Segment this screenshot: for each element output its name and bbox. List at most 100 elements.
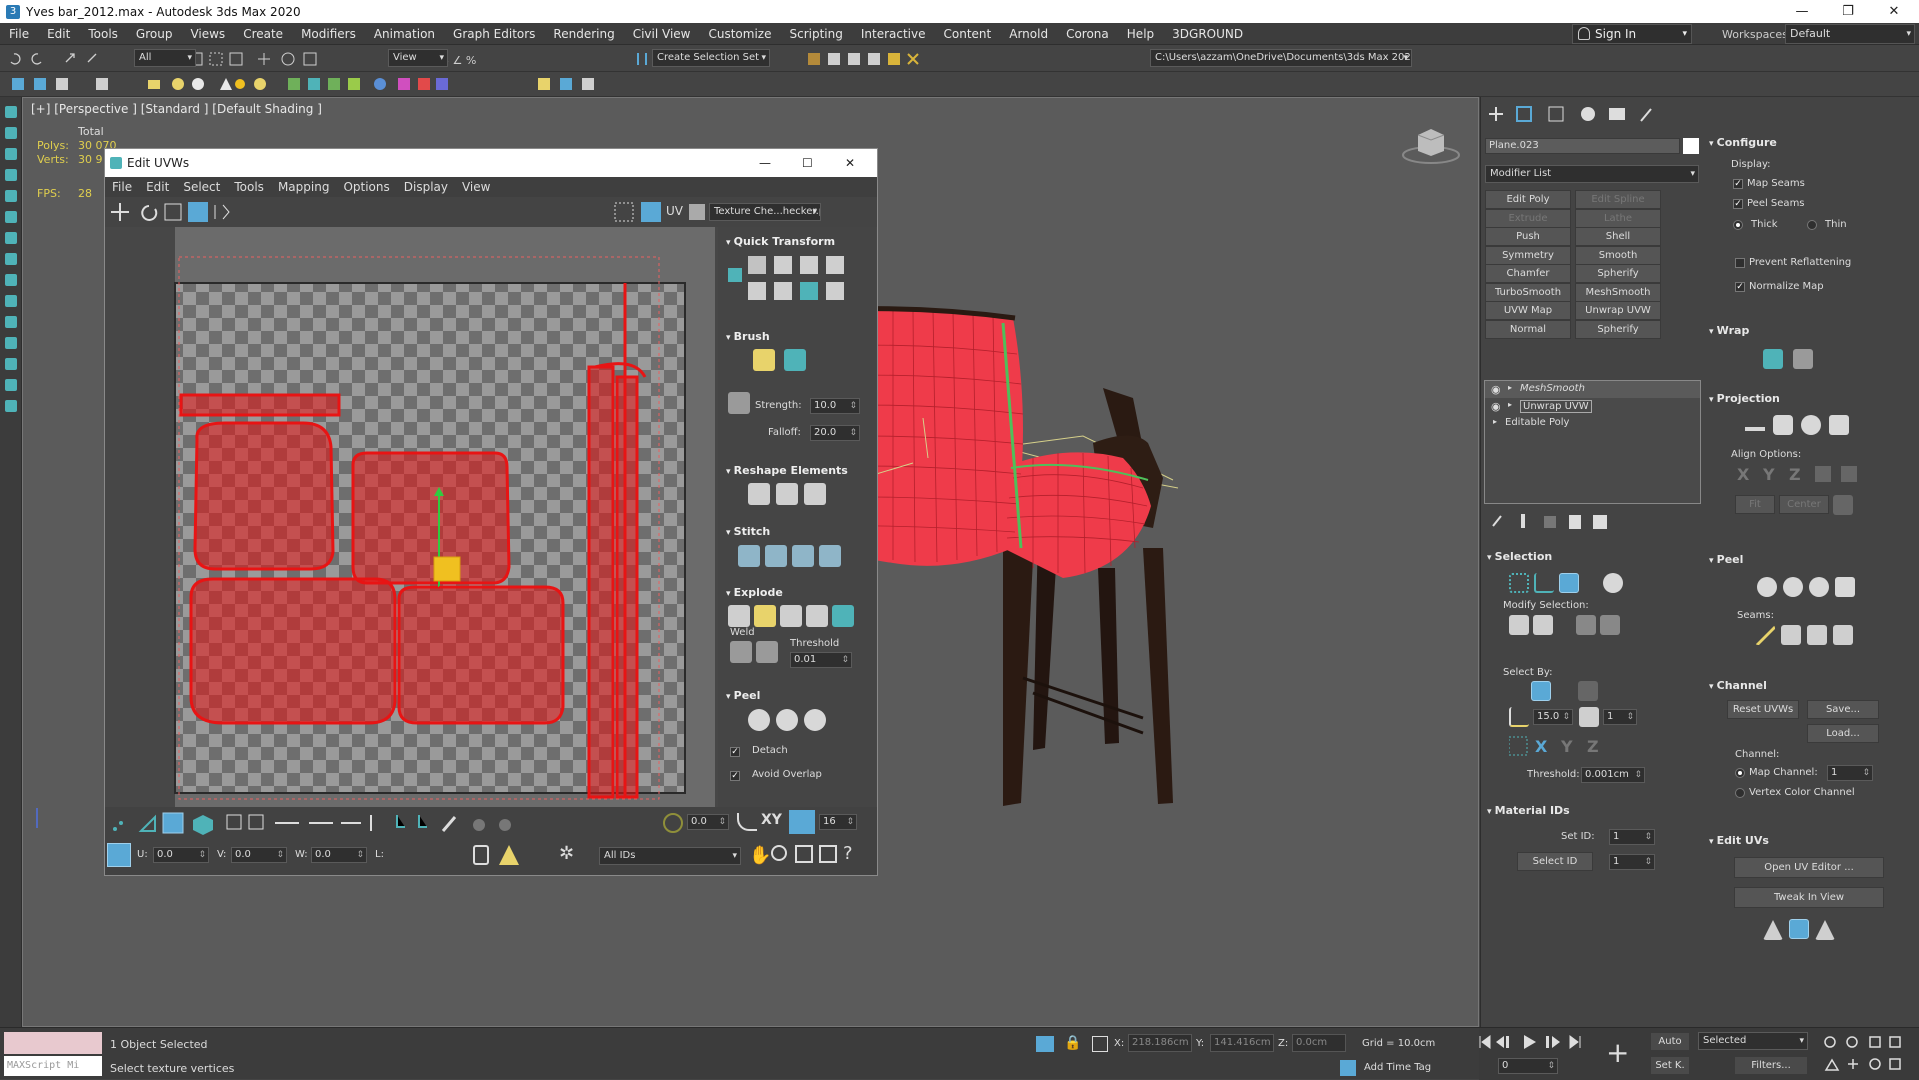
flatten-by-smoothing-icon[interactable] — [806, 605, 828, 627]
menu-animation[interactable]: Animation — [365, 23, 444, 45]
paint-brush-icon[interactable] — [753, 349, 775, 371]
quick-transform-icons[interactable] — [726, 252, 866, 307]
viewcube[interactable] — [1398, 123, 1464, 169]
y-coordinate-field[interactable]: 141.416cm — [1210, 1034, 1274, 1052]
cylindrical-map-icon[interactable] — [1773, 415, 1793, 435]
left-tool-strip[interactable] — [0, 97, 22, 1027]
channel-rollout-header[interactable]: Channel — [1709, 679, 1767, 692]
modifier-push-button[interactable]: Push — [1485, 227, 1571, 246]
object-name-field[interactable]: Plane.023 — [1485, 138, 1680, 154]
prevent-reflattening-checkbox[interactable] — [1735, 258, 1745, 268]
brush-header[interactable]: Brush — [726, 330, 770, 343]
weld-selected-icon[interactable] — [730, 641, 752, 663]
thin-radio[interactable] — [1807, 220, 1817, 230]
lock-icon[interactable] — [473, 845, 489, 865]
set-key-button[interactable]: Set K. — [1650, 1056, 1690, 1075]
stack-item-unwrap-uvw[interactable]: ◉ ▸ Unwrap UVW — [1485, 398, 1700, 415]
uv-selection-icons[interactable] — [109, 811, 549, 835]
viewport-navigation-icons[interactable] — [1822, 1034, 1916, 1076]
xy-toggle[interactable]: XY — [761, 812, 782, 828]
edge-sel-to-seams-icon[interactable] — [1807, 625, 1827, 645]
u-spinner[interactable]: 0.0 — [153, 847, 209, 863]
reset-uvws-button[interactable]: Reset UVWs — [1727, 700, 1799, 719]
menu-views[interactable]: Views — [181, 23, 234, 45]
map-channel-radio[interactable] — [1735, 768, 1745, 778]
key-filter-select[interactable]: Selected — [1698, 1032, 1808, 1050]
smoothing-group-spinner[interactable]: 1 — [1603, 709, 1637, 725]
set-key-plus-icon[interactable]: + — [1606, 1038, 1629, 1068]
material-id-filter-select[interactable]: All IDs — [599, 847, 741, 865]
shrink-selection-icon[interactable] — [1533, 615, 1553, 635]
quick-peel-icon[interactable] — [748, 709, 770, 731]
unfold-mapping-icon[interactable] — [1793, 349, 1813, 369]
pin-icon[interactable] — [1835, 577, 1855, 597]
modifier-extrude-button[interactable]: Extrude — [1485, 208, 1571, 228]
uv-close-button[interactable]: ✕ — [845, 149, 855, 177]
object-color-swatch[interactable] — [1683, 138, 1699, 154]
element-mode-icon[interactable] — [1603, 573, 1623, 593]
menu-rendering[interactable]: Rendering — [544, 23, 623, 45]
modifier-uvw-map-button[interactable]: UVW Map — [1485, 301, 1571, 320]
project-path-select[interactable]: C:\Users\azzam\OneDrive\Documents\3ds Ma… — [1150, 49, 1412, 67]
projection-rollout-header[interactable]: Projection — [1709, 392, 1780, 405]
falloff-spinner[interactable]: 20.0 — [810, 425, 860, 441]
add-time-tag-button[interactable]: Add Time Tag — [1364, 1062, 1431, 1073]
straighten-icon[interactable] — [748, 483, 770, 505]
maxscript-mini-listener[interactable]: MAXScript Mi — [4, 1056, 102, 1076]
stitch-average-icon[interactable] — [765, 545, 787, 567]
map-channel-spinner[interactable]: 1 — [1827, 765, 1873, 781]
edit-uvws-window[interactable]: Edit UVWs — ☐ ✕ File Edit Select Tools Mappi… — [104, 148, 878, 876]
spherical-map-icon[interactable] — [1801, 415, 1821, 435]
modifier-unwrap-uvw-button[interactable]: Unwrap UVW — [1575, 301, 1661, 320]
isolate-selection-icon[interactable] — [1036, 1036, 1054, 1052]
close-button[interactable]: ✕ — [1871, 0, 1917, 23]
auto-key-button[interactable]: Auto — [1650, 1032, 1690, 1051]
detach-icon[interactable] — [754, 605, 776, 627]
uv-menu-display[interactable]: Display — [397, 180, 455, 194]
tweak-in-view-button[interactable]: Tweak In View — [1734, 887, 1884, 908]
selection-filter-select[interactable]: All — [134, 49, 196, 67]
transform-type-in-icon[interactable] — [1092, 1036, 1108, 1052]
uv-menu-edit[interactable]: Edit — [139, 180, 176, 194]
peel-header[interactable]: Peel — [726, 689, 761, 702]
edit-uvs-rollout-header[interactable]: Edit UVs — [1709, 834, 1769, 847]
modifier-stack[interactable]: ◉ ▸ MeshSmooth ◉ ▸ Unwrap UVW ▸ Editable… — [1484, 380, 1701, 504]
grid-snap-icon[interactable] — [789, 810, 815, 834]
modifier-turbosmooth-button[interactable]: TurboSmooth — [1485, 282, 1571, 302]
modifier-normal-button[interactable]: Normal — [1485, 319, 1571, 339]
stack-tool-icons[interactable] — [1489, 512, 1619, 530]
grid-size-spinner[interactable]: 16 — [819, 814, 857, 830]
peel-seams-checkbox[interactable]: ✓ — [1733, 199, 1743, 209]
polygon-mode-icon[interactable] — [1559, 573, 1579, 593]
planar-map-icon[interactable] — [1745, 427, 1765, 431]
rotate-angle-spinner[interactable]: 0.0 — [687, 814, 729, 830]
detach-checkbox[interactable]: ✓ — [730, 747, 740, 757]
uv-transform-icons[interactable] — [109, 201, 249, 223]
uv-menu-mapping[interactable]: Mapping — [271, 180, 337, 194]
select-by-mapping-icon[interactable] — [1578, 681, 1598, 701]
vertex-color-radio[interactable] — [1735, 788, 1745, 798]
reshape-elements-header[interactable]: Reshape Elements — [726, 464, 848, 477]
wrap-rollout-header[interactable]: Wrap — [1709, 324, 1750, 337]
uv-canvas[interactable] — [105, 227, 715, 807]
sign-in-dropdown[interactable]: Sign In ▾ — [1572, 24, 1692, 44]
modifier-chamfer-button[interactable]: Chamfer — [1485, 264, 1571, 283]
modifier-edit-spline-button[interactable]: Edit Spline — [1575, 190, 1661, 209]
selection-threshold-spinner[interactable]: 0.001cm — [1581, 767, 1645, 783]
expand-icon[interactable]: ▸ — [1508, 383, 1512, 392]
w-spinner[interactable]: 0.0 — [311, 847, 367, 863]
secondary-toolbar-icons[interactable] — [8, 76, 728, 93]
menu-file[interactable]: File — [0, 23, 38, 45]
menu-content[interactable]: Content — [935, 23, 1001, 45]
zoom-icon[interactable] — [771, 845, 787, 861]
center-button[interactable]: Center — [1779, 495, 1829, 514]
relax-brush-icon[interactable] — [784, 349, 806, 371]
viewport-label[interactable]: [+] [Perspective ] [Standard ] [Default … — [31, 102, 322, 116]
edge-mode-icon[interactable] — [1534, 573, 1554, 593]
edit-seams-icon[interactable] — [1755, 625, 1775, 645]
maximize-button[interactable]: ❐ — [1825, 0, 1871, 23]
brush-line-icon[interactable] — [728, 392, 750, 414]
planar-angle-spinner[interactable]: 15.0 — [1533, 709, 1573, 725]
reference-coordinate-select[interactable]: View — [388, 49, 448, 67]
uv-menu-view[interactable]: View — [455, 180, 497, 194]
